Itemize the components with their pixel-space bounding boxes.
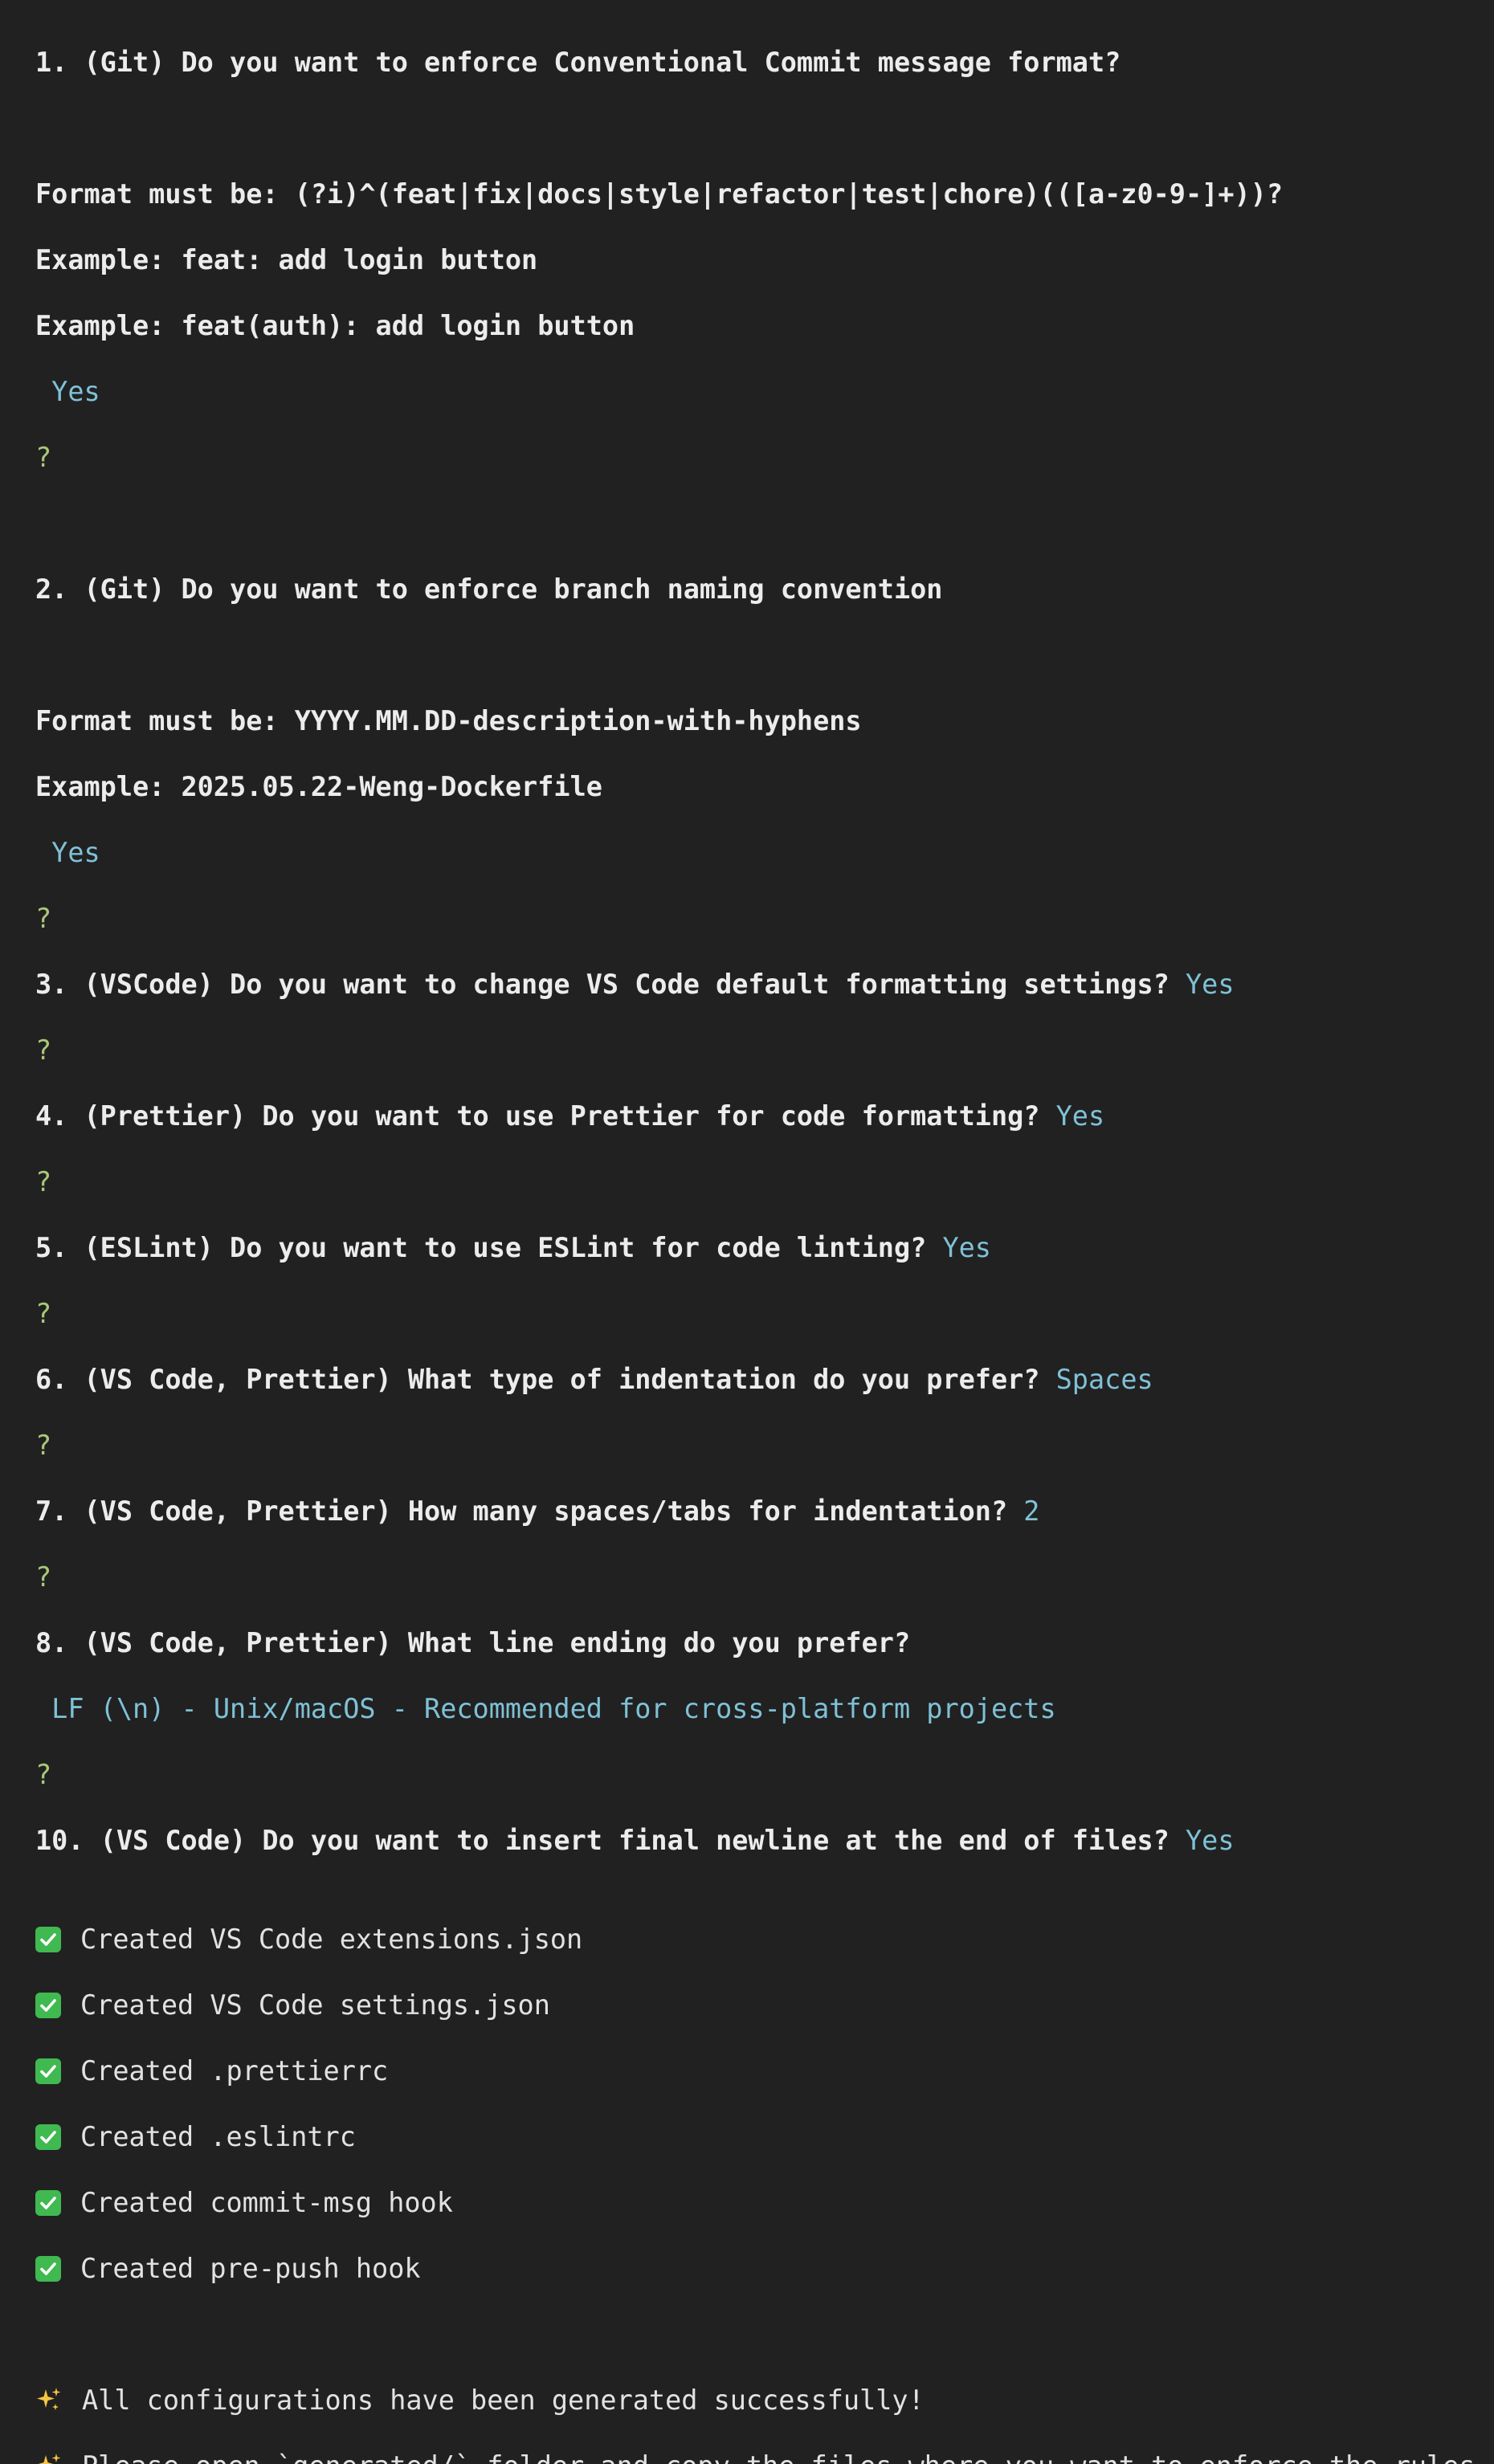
question-5: 5. (ESLint) Do you want to use ESLint fo… (35, 1231, 1494, 1264)
q7-answer: 2 (1023, 1495, 1040, 1527)
q2-answer: Yes (35, 837, 100, 868)
q6-answer: Spaces (1055, 1364, 1153, 1395)
q8-answer: LF (\n) - Unix/macOS - Recommended for c… (35, 1693, 1056, 1724)
question-8: 8. (VS Code, Prettier) What line ending … (35, 1627, 911, 1658)
created-text: Created VS Code settings.json (80, 1989, 550, 2021)
prompt-mark: ? (35, 442, 52, 473)
created-line: Created VS Code extensions.json (35, 1923, 1494, 1956)
prompt-mark: ? (35, 1759, 52, 1790)
q1-format: Format must be: (?i)^(feat|fix|docs|styl… (35, 178, 1283, 210)
prompt-mark: ? (35, 1034, 52, 1066)
created-line: Created pre-push hook (35, 2252, 1494, 2285)
done-line: All configurations have been generated s… (35, 2384, 1494, 2417)
prompt-mark: ? (35, 1430, 52, 1461)
prompt-mark: ? (35, 1298, 52, 1329)
check-icon (35, 2058, 61, 2084)
q5-answer: Yes (942, 1232, 991, 1263)
q1-example-1: Example: feat: add login button (35, 244, 538, 275)
prompt-mark: ? (35, 1561, 52, 1593)
prompt-mark: ? (35, 903, 52, 934)
q10-answer: Yes (1185, 1825, 1235, 1856)
check-icon (35, 1927, 61, 1952)
created-line: Created .eslintrc (35, 2120, 1494, 2153)
question-1: 1. (Git) Do you want to enforce Conventi… (35, 47, 1121, 78)
q4-answer: Yes (1055, 1100, 1105, 1132)
q1-answer: Yes (35, 376, 100, 407)
q2-format: Format must be: YYYY.MM.DD-description-w… (35, 705, 862, 736)
created-text: Created commit-msg hook (80, 2187, 453, 2218)
done-line: Please open `generated/` folder and copy… (35, 2450, 1494, 2464)
terminal-output: 1. (Git) Do you want to enforce Conventi… (0, 0, 1494, 2464)
q5-title: 5. (ESLint) Do you want to use ESLint fo… (35, 1232, 943, 1263)
created-text: Created .prettierrc (80, 2055, 389, 2087)
check-icon (35, 2256, 61, 2282)
created-line: Created commit-msg hook (35, 2186, 1494, 2219)
q6-title: 6. (VS Code, Prettier) What type of inde… (35, 1364, 1056, 1395)
created-line: Created .prettierrc (35, 2054, 1494, 2087)
done-text: Please open `generated/` folder and copy… (82, 2450, 1492, 2464)
done-text: All configurations have been generated s… (82, 2384, 925, 2416)
question-4: 4. (Prettier) Do you want to use Prettie… (35, 1099, 1494, 1132)
question-7: 7. (VS Code, Prettier) How many spaces/t… (35, 1495, 1494, 1528)
q7-title: 7. (VS Code, Prettier) How many spaces/t… (35, 1495, 1024, 1527)
q4-title: 4. (Prettier) Do you want to use Prettie… (35, 1100, 1056, 1132)
created-text: Created VS Code extensions.json (80, 1923, 583, 1955)
q3-answer: Yes (1185, 969, 1235, 1000)
q1-example-2: Example: feat(auth): add login button (35, 310, 635, 341)
prompt-mark: ? (35, 1166, 52, 1197)
question-10: 10. (VS Code) Do you want to insert fina… (35, 1824, 1494, 1857)
q2-example: Example: 2025.05.22-Weng-Dockerfile (35, 771, 602, 802)
sparkles-icon (35, 2452, 63, 2464)
sparkles-icon (35, 2386, 63, 2413)
created-text: Created .eslintrc (80, 2121, 356, 2152)
q3-title: 3. (VSCode) Do you want to change VS Cod… (35, 969, 1186, 1000)
check-icon (35, 2124, 61, 2150)
question-6: 6. (VS Code, Prettier) What type of inde… (35, 1363, 1494, 1396)
check-icon (35, 2190, 61, 2216)
question-3: 3. (VSCode) Do you want to change VS Cod… (35, 968, 1494, 1001)
created-line: Created VS Code settings.json (35, 1989, 1494, 2021)
check-icon (35, 1993, 61, 2018)
q10-title: 10. (VS Code) Do you want to insert fina… (35, 1825, 1186, 1856)
created-text: Created pre-push hook (80, 2253, 421, 2284)
question-2: 2. (Git) Do you want to enforce branch n… (35, 573, 943, 605)
